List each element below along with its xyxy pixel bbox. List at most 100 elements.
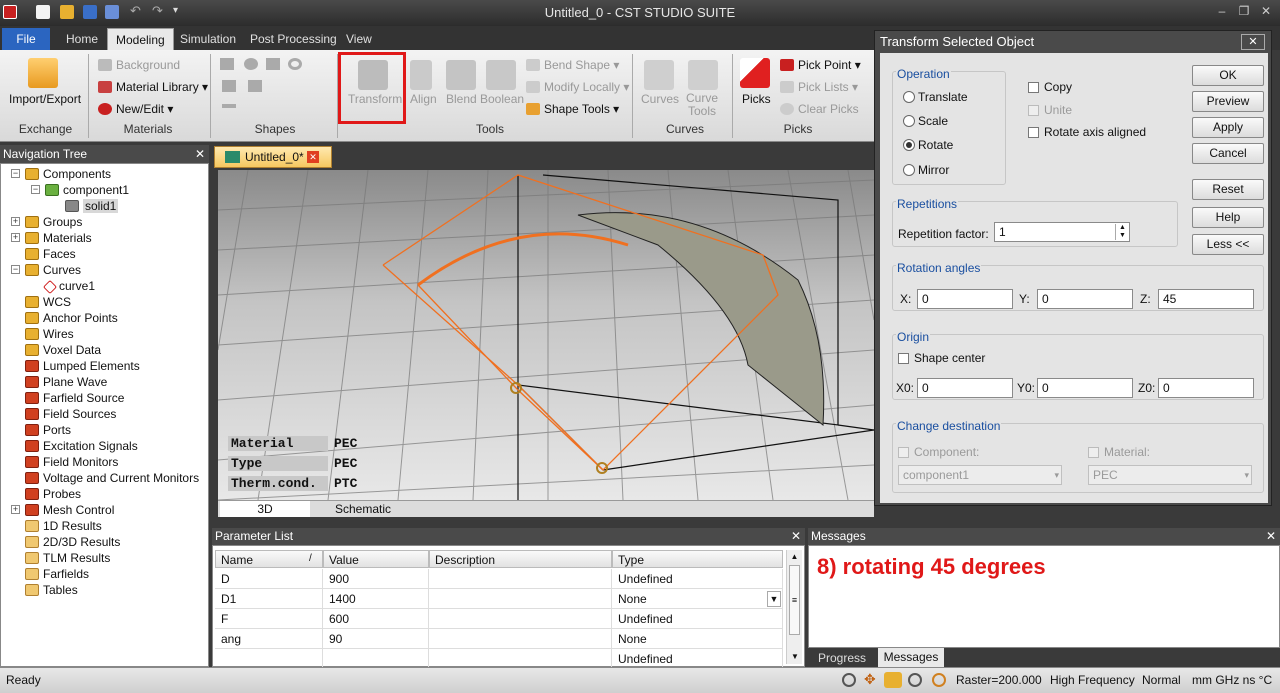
tab-home[interactable]: Home [58,28,106,50]
modify-locally-button[interactable]: Modify Locally ▾ [526,80,629,94]
origin-x0-input[interactable]: 0 [917,378,1013,398]
tree-item[interactable]: Tables [25,582,78,598]
vertical-scrollbar[interactable]: ▲ ≡ ▼ [786,550,802,664]
rotate-view-icon[interactable] [884,672,902,688]
pan-icon[interactable]: ✥ [864,671,876,688]
table-cell-value[interactable]: 1400 [323,589,429,609]
bend-shape-button[interactable]: Bend Shape ▾ [526,58,619,72]
clear-picks-button[interactable]: Clear Picks [780,102,859,116]
curves-button[interactable]: Curves [641,92,679,106]
less-button[interactable]: Less << [1192,234,1264,255]
tree-item[interactable]: Anchor Points [25,310,118,326]
material-library-button[interactable]: Material Library ▾ [98,80,208,94]
close-icon[interactable]: ✕ [791,528,801,545]
shape-tools-button[interactable]: Shape Tools ▾ [526,102,619,116]
tree-item[interactable]: curve1 [42,278,95,295]
tree-expand-icon[interactable]: − [11,169,20,178]
tree-expand-icon[interactable]: + [11,233,20,242]
tree-item[interactable]: Farfields [25,566,89,582]
translate-radio[interactable]: Translate [903,90,968,104]
table-cell-value[interactable]: 600 [323,609,429,629]
preview-button[interactable]: Preview [1192,91,1264,112]
table-cell-type[interactable]: None [612,589,783,609]
table-cell-name[interactable]: D [215,569,323,589]
pick-point-button[interactable]: Pick Point ▾ [780,58,861,72]
tree-item[interactable]: WCS [25,294,71,310]
origin-z0-input[interactable]: 0 [1158,378,1254,398]
table-cell-desc[interactable] [429,609,612,629]
tree-expand-icon[interactable]: + [11,217,20,226]
restore-icon[interactable]: ❐ [1236,4,1252,18]
tree-item[interactable]: Voltage and Current Monitors [25,470,199,486]
rotate-radio[interactable]: Rotate [903,138,953,152]
tab-simulation[interactable]: Simulation [172,28,244,50]
table-cell-type[interactable]: Undefined [612,609,783,629]
document-tab[interactable]: Untitled_0* ✕ [214,146,332,168]
tree-item[interactable]: Lumped Elements [25,358,140,374]
tab-schematic[interactable]: Schematic [318,501,408,517]
repetition-spinner[interactable]: ▲ ▼ [1115,224,1129,240]
tree-item[interactable]: Plane Wave [25,374,107,390]
rotate-shape-icon[interactable] [248,80,262,92]
tree-item[interactable]: Wires [25,326,74,342]
table-cell-name[interactable] [215,649,323,669]
shape-center-checkbox[interactable]: Shape center [898,351,985,365]
tree-item[interactable]: Curves [25,262,81,278]
copy-checkbox[interactable]: Copy [1028,80,1072,94]
3d-viewport[interactable]: Material PEC Type PEC Therm.cond. PTC [218,170,874,500]
brick-icon[interactable] [220,58,234,70]
tree-item[interactable]: 1D Results [25,518,102,534]
tree-item[interactable]: TLM Results [25,550,110,566]
table-cell-name[interactable]: D1 [215,589,323,609]
close-icon[interactable]: ✕ [195,145,205,163]
tab-view[interactable]: View [338,28,380,50]
table-cell-desc[interactable] [429,649,612,669]
pick-lists-button[interactable]: Pick Lists ▾ [780,80,858,94]
tree-item[interactable]: Probes [25,486,81,502]
repetition-factor-input[interactable]: 1 [994,222,1130,242]
material-select[interactable]: PEC ▾ [1088,465,1252,485]
tree-item[interactable]: Faces [25,246,76,262]
extrude-icon[interactable] [222,80,236,92]
close-icon[interactable]: ✕ [1258,4,1274,18]
zoom-fit-icon[interactable] [908,673,922,687]
table-cell-value[interactable] [323,649,429,669]
tree-expand-icon[interactable]: − [11,265,20,274]
blend-button[interactable]: Blend [446,92,477,106]
rotation-z-input[interactable]: 45 [1158,289,1254,309]
cone-icon[interactable] [266,58,280,70]
solver-indicator[interactable]: High Frequency [1050,673,1135,687]
tree-item[interactable]: Excitation Signals [25,438,138,454]
tree-item[interactable]: Ports [25,422,71,438]
tree-item[interactable]: Field Sources [25,406,116,422]
mode-indicator[interactable]: Normal [1142,673,1181,687]
table-cell-value[interactable]: 90 [323,629,429,649]
close-icon[interactable]: ✕ [1266,528,1276,545]
curve-shape-icon[interactable] [222,104,236,108]
torus-icon[interactable] [288,58,302,70]
table-cell-type[interactable]: None [612,629,783,649]
cancel-button[interactable]: Cancel [1192,143,1264,164]
reset-button[interactable]: Reset [1192,179,1264,200]
tree-item[interactable]: Voxel Data [25,342,101,358]
rotate-axis-aligned-checkbox[interactable]: Rotate axis aligned [1028,125,1146,139]
tree-item[interactable]: Farfield Source [25,390,124,406]
tree-expand-icon[interactable]: − [31,185,40,194]
table-cell-type[interactable]: Undefined [612,569,783,589]
column-header-description[interactable]: Description [429,550,612,568]
sphere-icon[interactable] [244,58,258,70]
tree-item[interactable]: Groups [25,214,82,230]
origin-y0-input[interactable]: 0 [1037,378,1133,398]
dialog-close-button[interactable]: ✕ [1241,34,1265,50]
table-cell-type[interactable]: Undefined [612,649,783,669]
apply-button[interactable]: Apply [1192,117,1264,138]
scale-radio[interactable]: Scale [903,114,948,128]
new-edit-button[interactable]: New/Edit ▾ [98,102,173,116]
table-cell-desc[interactable] [429,589,612,609]
unite-checkbox[interactable]: Unite [1028,103,1072,117]
rotation-y-input[interactable]: 0 [1037,289,1133,309]
tab-modeling[interactable]: Modeling [107,28,174,50]
background-button[interactable]: Background [98,58,180,72]
boolean-button[interactable]: Boolean [480,92,524,106]
ok-button[interactable]: OK [1192,65,1264,86]
